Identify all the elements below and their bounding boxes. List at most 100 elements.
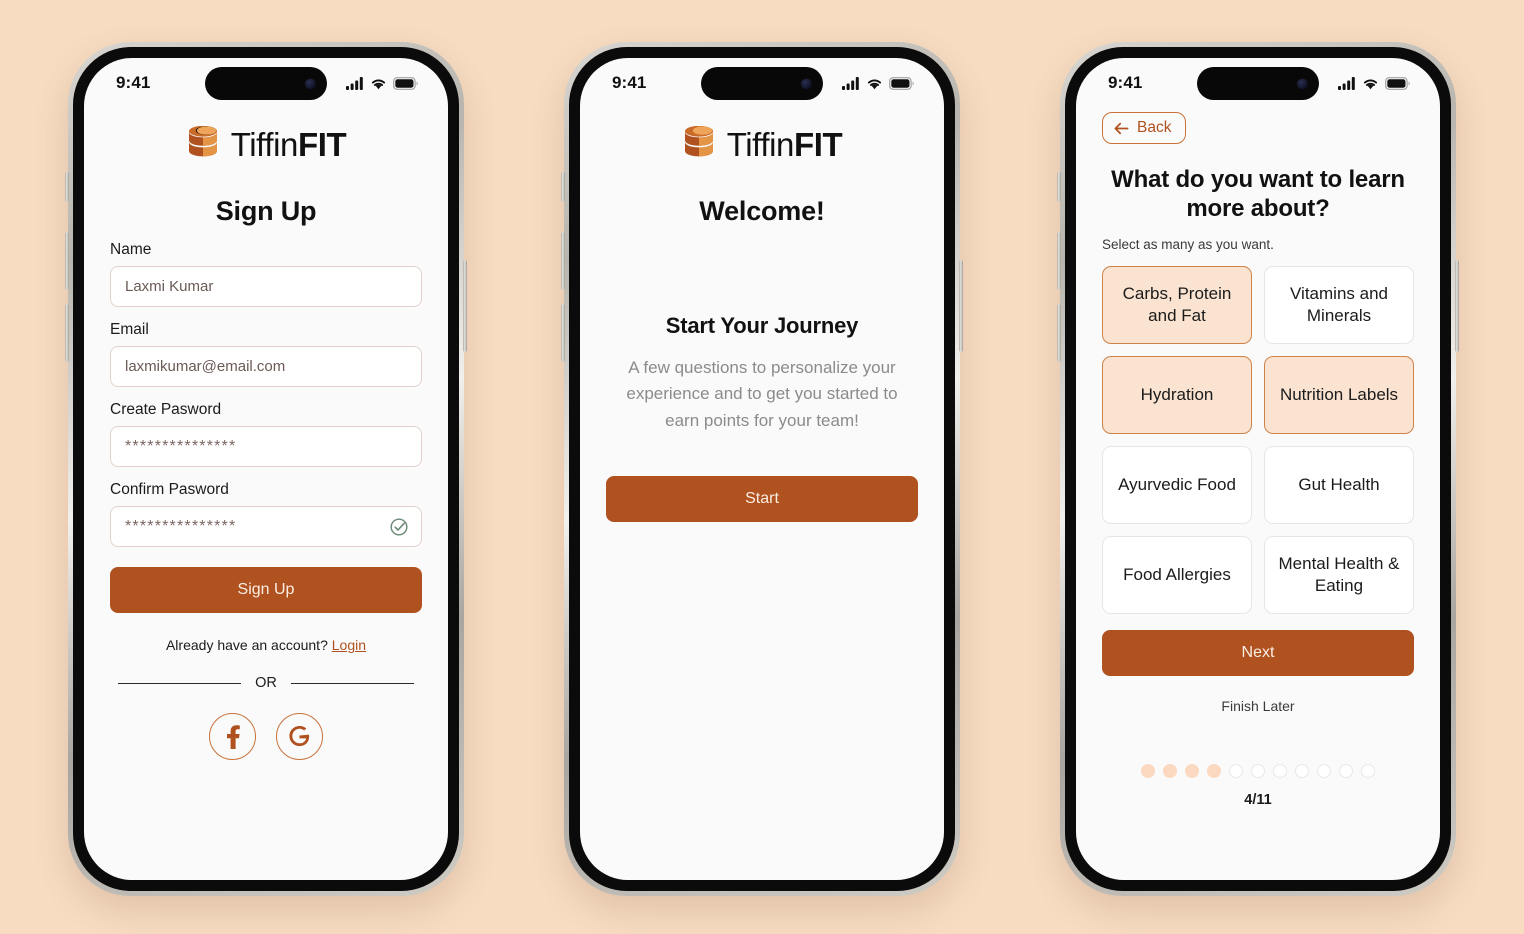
brand-name-bold: FIT xyxy=(794,126,843,163)
signup-form: Name Laxmi Kumar Email laxmikumar@email.… xyxy=(110,241,422,547)
facebook-icon xyxy=(227,724,240,749)
brand-name: TiffinFIT xyxy=(727,126,843,164)
silence-switch[interactable] xyxy=(561,172,565,202)
volume-down-button[interactable] xyxy=(1057,304,1061,362)
google-icon xyxy=(289,725,310,747)
cellular-signal-icon xyxy=(1338,76,1355,90)
welcome-title: Welcome! xyxy=(699,196,825,226)
divider-rule-left xyxy=(118,682,242,684)
status-time: 9:41 xyxy=(1108,73,1143,92)
screen-signup: 9:41 TiffinFIT Sign Up Name Laxmi Kumar … xyxy=(84,58,448,880)
option-card[interactable]: Mental Health & Eating xyxy=(1264,535,1414,614)
progress-dot-empty xyxy=(1361,763,1375,778)
login-prompt-row: Already have an account? Login xyxy=(110,637,422,653)
wifi-icon xyxy=(1363,79,1378,89)
option-card[interactable]: Gut Health xyxy=(1264,445,1414,524)
quiz-question: What do you want to learn more about? xyxy=(1111,166,1405,222)
progress-dot-empty xyxy=(1295,763,1309,778)
facebook-login-button[interactable] xyxy=(209,713,256,760)
brand-name-bold: FIT xyxy=(298,126,347,163)
progress-dot-empty xyxy=(1229,763,1243,778)
progress-dot-filled xyxy=(1185,763,1199,778)
divider-label: OR xyxy=(255,675,277,691)
volume-down-button[interactable] xyxy=(65,304,69,362)
option-card[interactable]: Nutrition Labels xyxy=(1264,355,1414,434)
divider-or: OR xyxy=(110,675,422,691)
divider-rule-right xyxy=(290,682,414,684)
progress-dot-filled xyxy=(1207,763,1221,778)
label-name: Name xyxy=(110,241,152,258)
brand-name: TiffinFIT xyxy=(231,126,347,164)
progress-step-count: 4/11 xyxy=(1244,791,1272,808)
option-card[interactable]: Food Allergies xyxy=(1102,535,1252,614)
interest-options-grid: Carbs, Protein and Fat Vitamins and Mine… xyxy=(1102,265,1414,614)
start-button[interactable]: Start xyxy=(606,476,918,523)
brand-name-light: Tiffin xyxy=(726,126,795,163)
phone-device-signup: 9:41 TiffinFIT Sign Up Name Laxmi Kumar … xyxy=(65,42,467,896)
status-time: 9:41 xyxy=(116,73,151,92)
volume-up-button[interactable] xyxy=(561,232,565,290)
progress-dot-empty xyxy=(1339,763,1353,778)
welcome-subtitle: Start Your Journey xyxy=(665,313,859,338)
login-prompt-text: Already have an account? xyxy=(165,637,328,653)
page-title: Sign Up xyxy=(215,196,317,226)
social-login-row xyxy=(110,713,422,760)
phone-device-interests: 9:41 Back What do you want to learn more… xyxy=(1057,42,1459,896)
next-button[interactable]: Next xyxy=(1102,629,1414,676)
silence-switch[interactable] xyxy=(65,172,69,202)
name-input[interactable]: Laxmi Kumar xyxy=(110,266,422,307)
cellular-signal-icon xyxy=(346,76,363,90)
progress-dot-empty xyxy=(1273,763,1287,778)
wifi-icon xyxy=(867,79,882,89)
cellular-signal-icon xyxy=(842,76,859,90)
label-confirm-password: Confirm Pasword xyxy=(110,481,229,498)
password-verified-check-icon xyxy=(390,517,408,536)
option-card[interactable]: Hydration xyxy=(1102,355,1252,434)
status-time: 9:41 xyxy=(612,73,647,92)
back-button[interactable]: Back xyxy=(1102,112,1187,144)
volume-down-button[interactable] xyxy=(561,304,565,362)
label-email: Email xyxy=(110,321,149,338)
email-input[interactable]: laxmikumar@email.com xyxy=(110,346,422,387)
phone-device-welcome: 9:41 TiffinFIT Welcome! Start Your Journ… xyxy=(561,42,963,896)
brand-logo: TiffinFIT xyxy=(606,126,918,164)
power-button[interactable] xyxy=(1455,260,1459,352)
power-button[interactable] xyxy=(959,260,963,352)
quiz-hint: Select as many as you want. xyxy=(1102,236,1274,252)
option-card[interactable]: Ayurvedic Food xyxy=(1102,445,1252,524)
progress-dot-empty xyxy=(1317,763,1331,778)
arrow-left-icon xyxy=(1114,122,1129,134)
back-button-label: Back xyxy=(1137,119,1172,136)
tiffin-stacked-container-icon xyxy=(684,126,713,157)
volume-up-button[interactable] xyxy=(65,232,69,290)
dynamic-island xyxy=(701,67,823,100)
label-create-password: Create Pasword xyxy=(110,401,222,418)
screen-interests: 9:41 Back What do you want to learn more… xyxy=(1076,58,1440,880)
wifi-icon xyxy=(371,79,386,89)
dynamic-island xyxy=(1197,67,1319,100)
battery-full-icon xyxy=(889,76,914,90)
battery-full-icon xyxy=(393,76,418,90)
screen-welcome: 9:41 TiffinFIT Welcome! Start Your Journ… xyxy=(580,58,944,880)
signup-submit-button[interactable]: Sign Up xyxy=(110,567,422,613)
progress-dot-filled xyxy=(1163,763,1177,778)
create-password-input[interactable]: *************** xyxy=(110,426,422,467)
welcome-description: A few questions to personalize your expe… xyxy=(626,358,898,430)
option-card[interactable]: Vitamins and Minerals xyxy=(1264,265,1414,344)
power-button[interactable] xyxy=(463,260,467,352)
silence-switch[interactable] xyxy=(1057,172,1061,202)
dynamic-island xyxy=(205,67,327,100)
option-card[interactable]: Carbs, Protein and Fat xyxy=(1102,265,1252,344)
phone-mockup-stage: 9:41 TiffinFIT Sign Up Name Laxmi Kumar … xyxy=(0,0,1524,934)
progress-dot-empty xyxy=(1251,763,1265,778)
tiffin-stacked-container-icon xyxy=(188,126,217,157)
finish-later-link[interactable]: Finish Later xyxy=(1102,698,1414,714)
google-login-button[interactable] xyxy=(276,713,323,760)
login-link[interactable]: Login xyxy=(332,637,366,653)
battery-full-icon xyxy=(1385,76,1410,90)
progress-dots xyxy=(1102,763,1414,778)
volume-up-button[interactable] xyxy=(1057,232,1061,290)
progress-dot-filled xyxy=(1141,763,1155,778)
brand-name-light: Tiffin xyxy=(230,126,299,163)
confirm-password-input[interactable]: *************** xyxy=(110,506,422,547)
